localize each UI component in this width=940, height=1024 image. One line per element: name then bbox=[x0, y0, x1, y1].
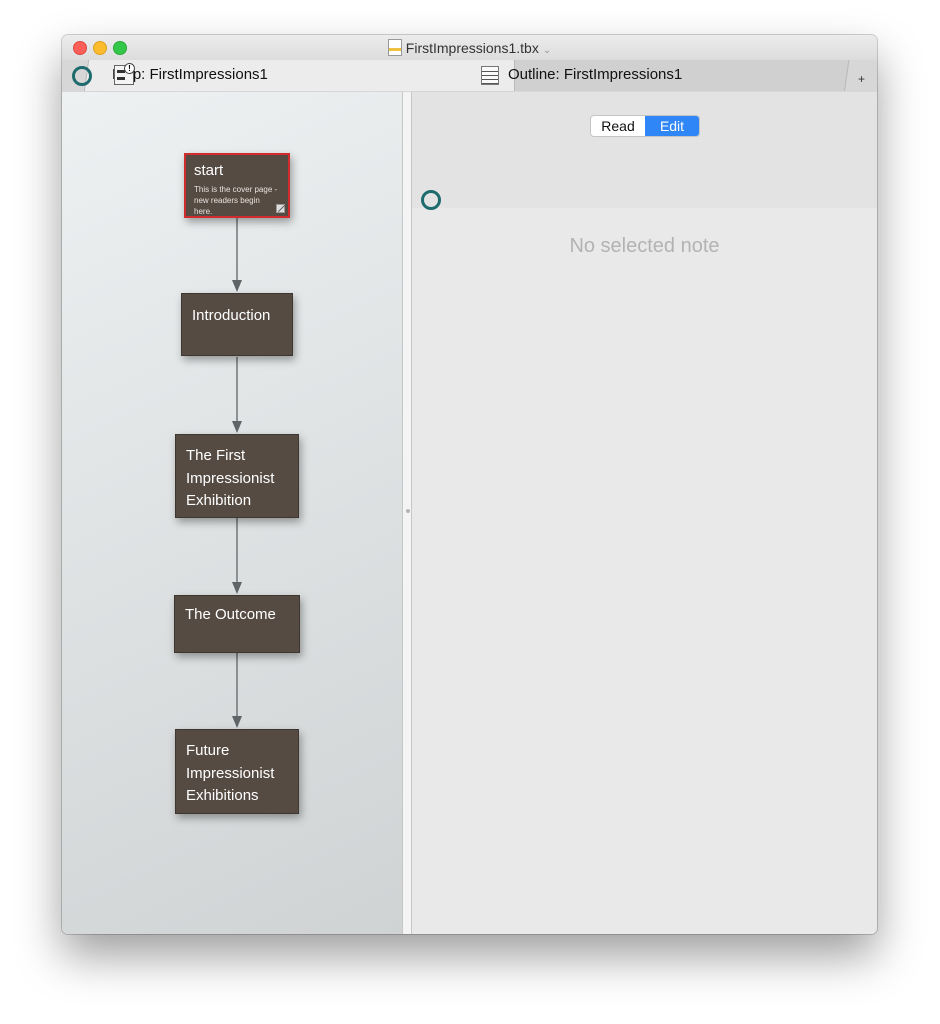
link-first-exhibition-outcome bbox=[232, 518, 242, 594]
note-title: The Outcome bbox=[185, 606, 276, 623]
resize-handle-icon[interactable] bbox=[276, 204, 285, 213]
divider-handle-icon[interactable] bbox=[406, 509, 410, 513]
note-title: The First Impressionist Exhibition bbox=[186, 447, 275, 509]
app-window: FirstImpressions1.tbx ⌄ Map: FirstImpress… bbox=[62, 35, 877, 934]
note-future-impressionist-exhibitions[interactable]: Future Impressionist Exhibitions bbox=[175, 729, 299, 814]
note-title: start bbox=[194, 162, 224, 179]
window-title-area[interactable]: FirstImpressions1.tbx ⌄ bbox=[62, 39, 877, 56]
edit-mode-button[interactable]: Edit bbox=[645, 116, 699, 136]
tab-map-label: Map: FirstImpressions1 bbox=[112, 66, 268, 83]
link-introduction-first-exhibition bbox=[232, 357, 242, 433]
document-icon bbox=[387, 39, 402, 56]
note-first-impressionist-exhibition[interactable]: The First Impressionist Exhibition bbox=[175, 434, 299, 518]
title-bar[interactable]: FirstImpressions1.tbx ⌄ bbox=[62, 35, 877, 60]
link-outcome-future-exhibitions bbox=[232, 653, 242, 728]
map-view[interactable]: start This is the cover page - new reade… bbox=[62, 92, 402, 934]
note-start[interactable]: start This is the cover page - new reade… bbox=[184, 153, 290, 218]
read-edit-segmented-control[interactable]: Read Edit bbox=[590, 115, 700, 137]
note-title: Future Impressionist Exhibitions bbox=[186, 742, 275, 804]
note-title: Introduction bbox=[192, 307, 271, 324]
note-the-outcome[interactable]: The Outcome bbox=[174, 595, 300, 653]
empty-state-message: No selected note bbox=[569, 235, 720, 257]
read-mode-button[interactable]: Read bbox=[591, 116, 645, 136]
chevron-down-icon[interactable]: ⌄ bbox=[543, 45, 551, 56]
window-title: FirstImpressions1.tbx bbox=[405, 40, 539, 56]
prototype-badge-icon[interactable] bbox=[72, 66, 92, 86]
note-inspector-pane: Read Edit No selected note bbox=[412, 92, 877, 934]
note-introduction[interactable]: Introduction bbox=[181, 293, 293, 356]
note-text-preview: This is the cover page - new readers beg… bbox=[194, 185, 278, 216]
note-badge-icon[interactable] bbox=[421, 190, 441, 210]
tab-outline-label: Outline: FirstImpressions1 bbox=[508, 66, 683, 83]
split-view-divider[interactable] bbox=[402, 92, 412, 934]
new-tab-button[interactable]: + bbox=[858, 72, 865, 86]
link-start-introduction bbox=[232, 218, 242, 292]
note-header-area bbox=[412, 92, 877, 208]
outline-view-icon bbox=[481, 66, 499, 85]
info-badge-icon: ! bbox=[124, 63, 135, 74]
tab-bar: Map: FirstImpressions1 Outline: FirstImp… bbox=[62, 60, 877, 93]
